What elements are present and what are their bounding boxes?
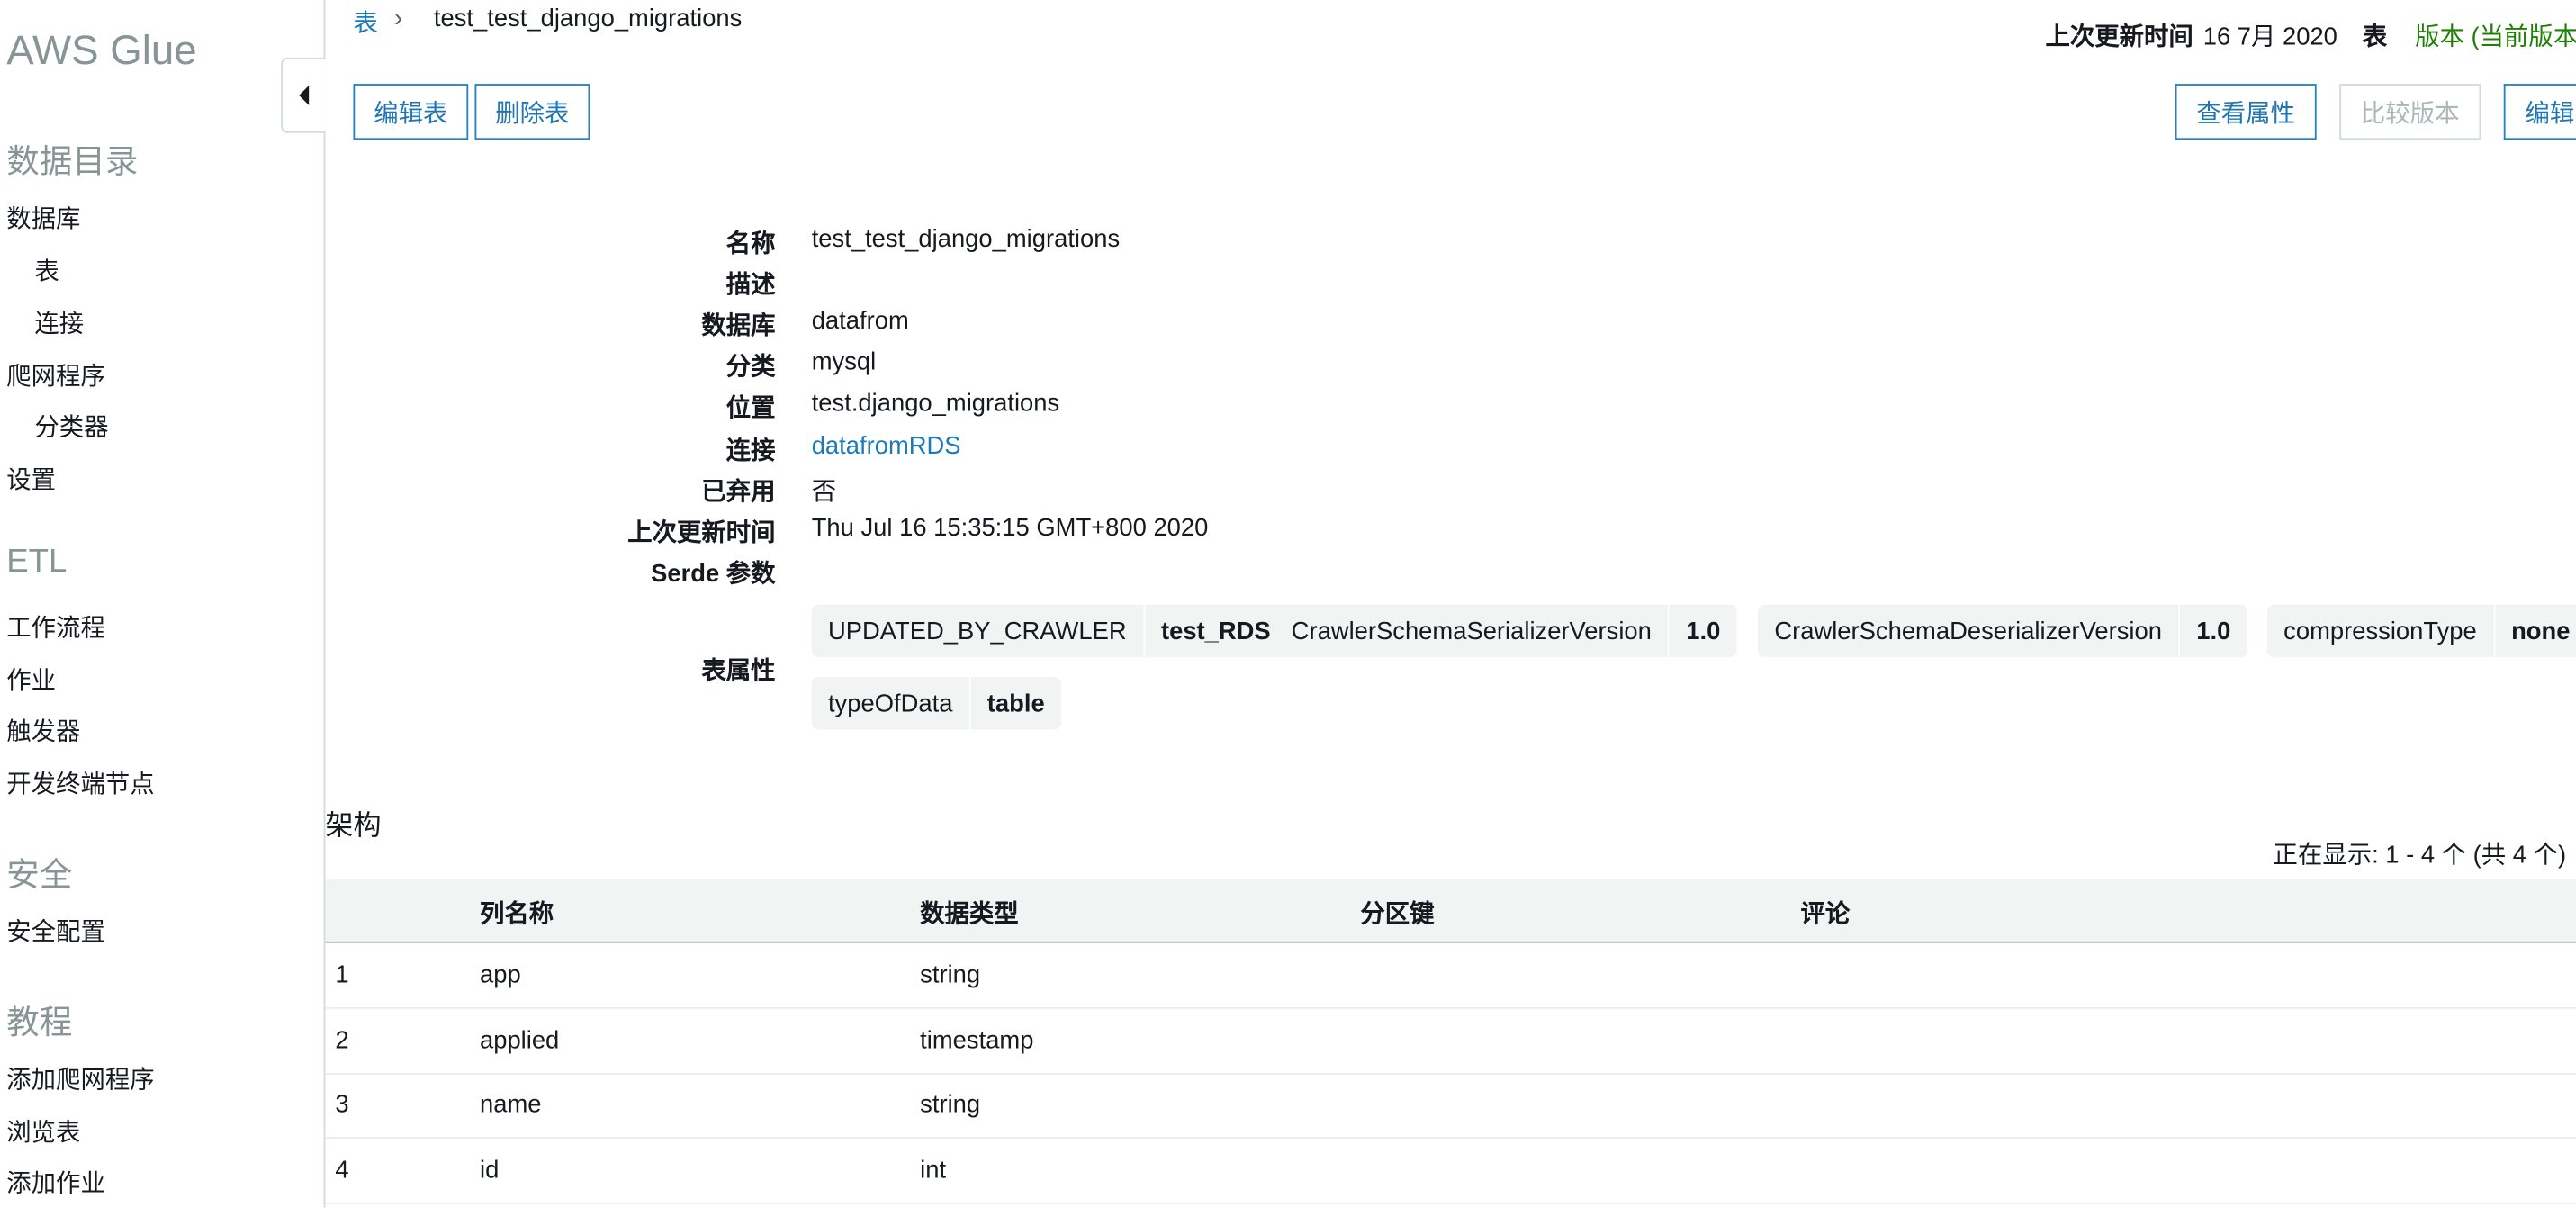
nav-security-configs[interactable]: 安全配置 xyxy=(6,914,105,948)
last-updated-detail-value: Thu Jul 16 15:35:15 GMT+800 2020 xyxy=(811,514,1209,543)
column-name: applied xyxy=(479,1026,560,1055)
description-label: 描述 xyxy=(725,271,776,300)
nav-crawlers[interactable]: 爬网程序 xyxy=(6,358,105,392)
classification-value: mysql xyxy=(811,347,877,376)
section-data-catalog: 数据目录 xyxy=(6,144,139,181)
property-key: typeOfData xyxy=(827,689,953,717)
property-chip: UPDATED_BY_CRAWLER test_RDS xyxy=(811,604,1287,658)
column-name: id xyxy=(479,1157,500,1185)
table-label: 表 xyxy=(2362,23,2388,51)
pagination-summary: 正在显示: 1 - 4 个 (共 4 个) xyxy=(2273,841,2567,870)
compare-versions-button[interactable]: 比较版本 xyxy=(2339,84,2481,140)
nav-tables[interactable]: 表 xyxy=(34,253,59,287)
main-content: 表 › test_test_django_migrations 上次更新时间 1… xyxy=(325,0,2576,1208)
nav-workflows[interactable]: 工作流程 xyxy=(6,609,105,644)
column-header-name[interactable]: 列名称 xyxy=(480,896,554,930)
breadcrumb-current: test_test_django_migrations xyxy=(433,5,743,33)
database-label: 数据库 xyxy=(701,311,776,340)
table-properties-label: 表属性 xyxy=(701,657,776,686)
nav-databases[interactable]: 数据库 xyxy=(6,201,80,235)
nav-dev-endpoints[interactable]: 开发终端节点 xyxy=(6,766,154,800)
property-chip: compressionType none xyxy=(2266,604,2576,658)
table-row: 3 name string xyxy=(325,1073,2576,1139)
property-value: 1.0 xyxy=(2178,604,2247,658)
section-etl: ETL xyxy=(6,544,68,581)
schema-title: 架构 xyxy=(325,809,382,842)
row-number: 2 xyxy=(335,1026,349,1055)
column-header-comment[interactable]: 评论 xyxy=(1801,896,1851,930)
property-value: none xyxy=(2493,604,2576,658)
connection-link[interactable]: datafromRDS xyxy=(812,432,961,460)
row-number: 4 xyxy=(335,1157,349,1185)
last-updated-value: 16 7月 2020 xyxy=(2202,23,2337,51)
property-chip: CrawlerSchemaDeserializerVersion 1.0 xyxy=(1758,604,2247,658)
name-label: 名称 xyxy=(725,230,776,258)
column-header-type[interactable]: 数据类型 xyxy=(920,896,1019,930)
serde-params-label: Serde 参数 xyxy=(651,560,776,589)
property-chip: CrawlerSchemaSerializerVersion 1.0 xyxy=(1274,604,1737,658)
breadcrumb-tables-link[interactable]: 表 xyxy=(353,5,377,39)
column-type: int xyxy=(920,1157,947,1185)
database-value: datafrom xyxy=(811,307,909,336)
deprecated-label: 已弃用 xyxy=(701,478,776,507)
column-type: string xyxy=(920,960,981,989)
breadcrumb-separator-icon: › xyxy=(394,5,403,33)
caret-left-icon xyxy=(299,85,310,105)
nav-settings[interactable]: 设置 xyxy=(6,462,56,496)
property-value: test_RDS xyxy=(1142,604,1287,658)
table-row: 2 applied timestamp xyxy=(325,1009,2576,1075)
nav-add-crawler[interactable]: 添加爬网程序 xyxy=(6,1061,154,1095)
location-value: test.django_migrations xyxy=(811,389,1060,418)
column-type: string xyxy=(920,1090,981,1120)
property-key: CrawlerSchemaSerializerVersion xyxy=(1291,617,1652,645)
property-key: UPDATED_BY_CRAWLER xyxy=(827,617,1127,645)
nav-connections[interactable]: 连接 xyxy=(34,306,84,340)
brand-title[interactable]: AWS Glue xyxy=(6,28,196,76)
nav-classifiers[interactable]: 分类器 xyxy=(34,409,108,443)
schema-table-header: 列名称 数据类型 分区键 评论 xyxy=(325,879,2576,943)
nav-triggers[interactable]: 触发器 xyxy=(6,713,80,747)
table-row: 1 app string xyxy=(325,943,2576,1009)
nav-explore-table[interactable]: 浏览表 xyxy=(6,1114,80,1149)
view-properties-button[interactable]: 查看属性 xyxy=(2175,84,2317,140)
connection-label: 连接 xyxy=(725,437,776,465)
row-number: 1 xyxy=(335,960,349,989)
classification-label: 分类 xyxy=(725,353,776,382)
location-label: 位置 xyxy=(725,394,776,423)
property-chip: typeOfData table xyxy=(811,677,1061,730)
column-name: name xyxy=(479,1090,542,1120)
nav-add-job[interactable]: 添加作业 xyxy=(6,1165,105,1199)
delete-table-button[interactable]: 删除表 xyxy=(474,84,590,140)
last-updated-label: 上次更新时间 xyxy=(2045,23,2193,51)
table-row: 4 id int xyxy=(325,1139,2576,1204)
column-name: app xyxy=(479,960,521,989)
property-value: 1.0 xyxy=(1668,604,1736,658)
column-header-partition-key[interactable]: 分区键 xyxy=(1360,896,1434,930)
sidebar-collapse-button[interactable] xyxy=(281,57,326,133)
edit-table-button[interactable]: 编辑表 xyxy=(353,84,469,140)
column-type: timestamp xyxy=(920,1026,1034,1055)
property-value: table xyxy=(968,677,1061,730)
sidebar: AWS Glue 数据目录 数据库 表 连接 爬网程序 分类器 设置 ETL 工… xyxy=(0,0,326,1208)
version-selector[interactable]: 版本 (当前版本 xyxy=(2415,18,2576,52)
property-key: compressionType xyxy=(2283,617,2477,645)
name-value: test_test_django_migrations xyxy=(811,225,1121,254)
edit-schema-button[interactable]: 编辑 xyxy=(2503,84,2576,140)
last-updated-detail-label: 上次更新时间 xyxy=(627,518,776,547)
row-number: 3 xyxy=(335,1090,349,1120)
property-key: CrawlerSchemaDeserializerVersion xyxy=(1774,617,2162,645)
deprecated-value: 否 xyxy=(811,478,837,507)
nav-jobs[interactable]: 作业 xyxy=(6,663,56,697)
section-security: 安全 xyxy=(6,857,73,894)
section-tutorials: 教程 xyxy=(6,1005,73,1042)
